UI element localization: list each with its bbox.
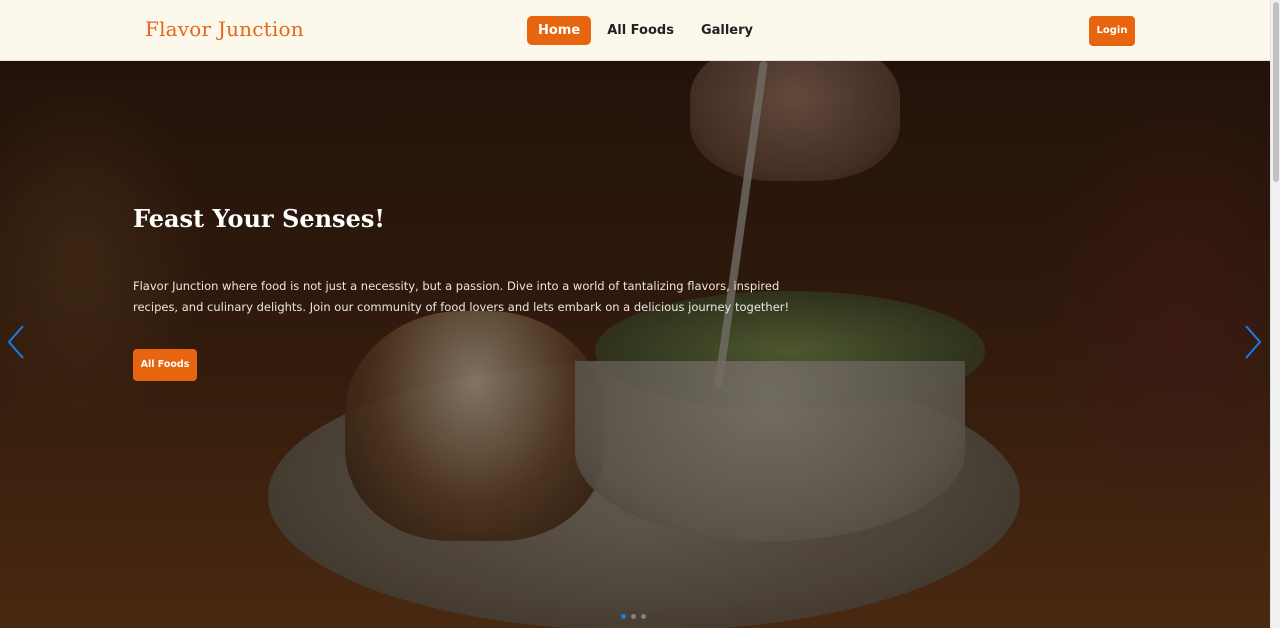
chevron-right-icon [1245,325,1262,359]
page-scrollbar[interactable] [1270,0,1280,628]
hero-title: Feast Your Senses! [133,204,385,233]
scrollbar-thumb[interactable] [1273,2,1279,182]
hero-overlay [0,61,1270,628]
hero-description: Flavor Junction where food is not just a… [133,279,790,314]
nav-links: Home All Foods Gallery [527,16,769,45]
hero-carousel: Feast Your Senses! Flavor Junction where… [0,61,1270,628]
carousel-indicators [621,614,646,619]
carousel-dot[interactable] [631,614,636,619]
carousel-prev-button[interactable] [6,323,26,361]
all-foods-button[interactable]: All Foods [133,349,197,381]
nav-link-home[interactable]: Home [527,16,592,45]
carousel-next-button[interactable] [1243,323,1263,361]
hero-content: Feast Your Senses! Flavor Junction where… [133,204,813,381]
carousel-dot[interactable] [621,614,626,619]
carousel-dot[interactable] [641,614,646,619]
navbar: Flavor Junction Home All Foods Gallery L… [0,0,1270,61]
nav-link-all-foods[interactable]: All Foods [596,16,685,45]
nav-link-gallery[interactable]: Gallery [690,16,764,45]
chevron-left-icon [7,325,24,359]
brand-logo[interactable]: Flavor Junction [145,17,304,41]
login-button[interactable]: Login [1089,16,1135,46]
